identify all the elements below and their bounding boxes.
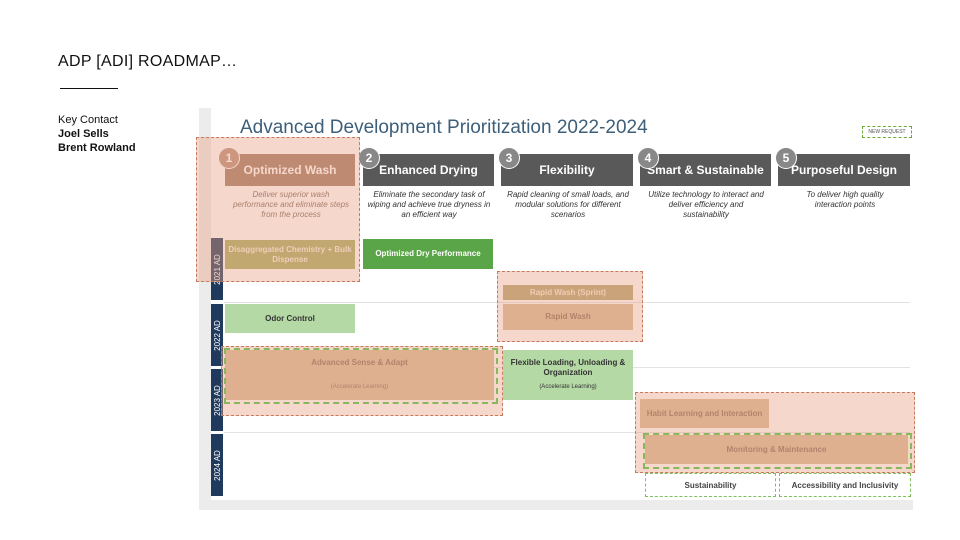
- slide-title: ADP [ADI] ROADMAP…: [58, 53, 238, 70]
- pillar-description: Rapid cleaning of small loads, and modul…: [507, 190, 629, 219]
- pillar-description: Utilize technology to interact and deliv…: [648, 190, 764, 219]
- year-label-2024: 2024 AD: [211, 434, 223, 496]
- contact-name: Joel Sells: [58, 128, 109, 140]
- initiative-title: Flexible Loading, Unloading & Organizati…: [510, 358, 626, 377]
- pillar-number: 3: [498, 147, 520, 169]
- pillar-number: 2: [358, 147, 380, 169]
- pillar-header-flexibility: Flexibility: [501, 154, 633, 186]
- dashed-outline-sense: [224, 348, 498, 404]
- title-underline: [60, 88, 118, 89]
- initiative-subtitle: (Accelerate Learning): [539, 384, 597, 390]
- pillar-description: Eliminate the secondary task of wiping a…: [367, 190, 491, 219]
- pillar-number: 5: [775, 147, 797, 169]
- dashed-outline-monitoring: [643, 433, 912, 469]
- pillar-header-smart-sustainable: Smart & Sustainable: [640, 154, 771, 186]
- key-contact: Key Contact Joel Sells Brent Rowland: [58, 113, 136, 155]
- initiative-odor-control: Odor Control: [225, 304, 355, 333]
- roadmap-title: Advanced Development Prioritization 2022…: [240, 117, 648, 138]
- initiative-optimized-dry: Optimized Dry Performance: [363, 239, 493, 269]
- contact-label: Key Contact: [58, 114, 118, 126]
- contact-name: Brent Rowland: [58, 142, 136, 154]
- pillar-description: To deliver high quality interaction poin…: [806, 190, 884, 209]
- pillar-number: 4: [637, 147, 659, 169]
- initiative-sustainability: Sustainability: [645, 473, 776, 497]
- new-request-badge: NEW REQUEST: [862, 126, 912, 138]
- highlight-optimized-wash: [196, 137, 360, 282]
- initiative-accessibility: Accessibility and Inclusivity: [779, 473, 911, 497]
- pillar-header-purposeful-design: Purposeful Design: [778, 154, 910, 186]
- initiative-flexible-loading: Flexible Loading, Unloading & Organizati…: [503, 350, 633, 400]
- pillar-header-enhanced-drying: Enhanced Drying: [363, 154, 494, 186]
- highlight-rapid-wash: [497, 271, 643, 342]
